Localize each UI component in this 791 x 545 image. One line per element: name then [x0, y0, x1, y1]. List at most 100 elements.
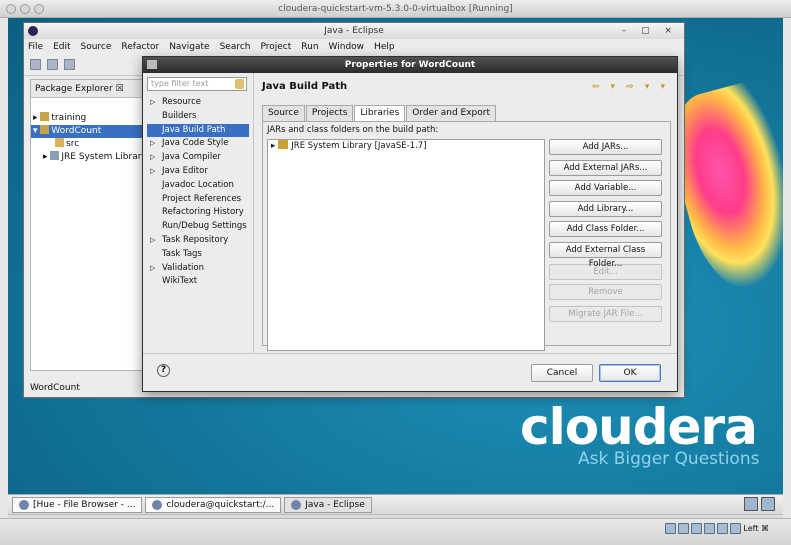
expand-arrow-icon[interactable]: ▷ — [150, 151, 155, 165]
window-controls[interactable]: – ▢ × — [622, 23, 678, 39]
back-forward-arrows[interactable]: ⇦ ▾ ⇨ ▾ ▾ — [592, 73, 669, 101]
menu-source[interactable]: Source — [81, 42, 112, 52]
menu-run[interactable]: Run — [301, 42, 318, 52]
host-window-titlebar: cloudera-quickstart-vm-5.3.0-0-virtualbo… — [0, 0, 791, 18]
host-window-title: cloudera-quickstart-vm-5.3.0-0-virtualbo… — [278, 4, 513, 14]
category-item[interactable]: Java Build Path — [147, 123, 249, 138]
host-status-bar: Left ⌘ — [0, 518, 791, 545]
expand-arrow-icon[interactable]: ▷ — [150, 96, 155, 110]
category-item[interactable]: WikiText — [147, 275, 249, 289]
tab-strip: Source Projects Libraries Order and Expo… — [262, 105, 496, 121]
menu-refactor[interactable]: Refactor — [121, 42, 159, 52]
expand-arrow-icon[interactable]: ▷ — [150, 262, 155, 276]
jar-list[interactable]: ▸ JRE System Library [JavaSE-1.7] — [267, 139, 545, 351]
tree-item-training[interactable]: ▸ training — [31, 112, 149, 125]
jar-list-label: JARs and class folders on the build path… — [267, 125, 439, 135]
menu-edit[interactable]: Edit — [53, 42, 70, 52]
menubar: File Edit Source Refactor Navigate Searc… — [24, 39, 684, 54]
menu-help[interactable]: Help — [374, 42, 395, 52]
cloudera-logo: cloudera — [520, 398, 758, 456]
minimize-window-icon[interactable] — [20, 4, 30, 14]
clear-filter-icon[interactable] — [235, 79, 244, 89]
zoom-window-icon[interactable] — [34, 4, 44, 14]
tree-item-jre-library[interactable]: ▸ JRE System Library — [31, 151, 149, 164]
capture-icon — [730, 522, 742, 534]
migrate-jar-file-button[interactable]: Migrate JAR File... — [549, 306, 662, 322]
menu-search[interactable]: Search — [220, 42, 251, 52]
dialog-footer: ? Cancel OK — [143, 353, 677, 391]
jar-entry-jre[interactable]: ▸ JRE System Library [JavaSE-1.7] — [268, 140, 544, 153]
page-title: Java Build Path — [262, 81, 348, 92]
category-item[interactable]: Refactoring History — [147, 206, 249, 220]
filter-placeholder: type filter text — [151, 79, 209, 88]
menu-navigate[interactable]: Navigate — [169, 42, 209, 52]
add-library-button[interactable]: Add Library... — [549, 200, 662, 217]
print-icon[interactable] — [64, 59, 75, 70]
eclipse-title: Java - Eclipse — [324, 26, 384, 36]
expand-arrow-icon[interactable]: ▷ — [150, 137, 155, 151]
dialog-titlebar: Properties for WordCount — [143, 57, 677, 73]
eclipse-status-text: WordCount — [30, 383, 80, 393]
category-item[interactable]: Run/Debug Settings — [147, 220, 249, 234]
category-item[interactable]: Project References — [147, 193, 249, 207]
category-item[interactable]: ▷ Resource — [147, 96, 249, 110]
help-icon[interactable]: ? — [157, 364, 170, 377]
category-label: Builders — [162, 110, 197, 121]
host-status-icons: Left ⌘ — [665, 522, 769, 534]
tab-source[interactable]: Source — [262, 105, 305, 121]
category-label: Javadoc Location — [162, 179, 234, 190]
library-icon — [278, 140, 289, 149]
category-item[interactable]: Task Tags — [147, 248, 249, 262]
category-item[interactable]: ▷ Task Repository — [147, 234, 249, 248]
expand-arrow-icon[interactable]: ▷ — [150, 165, 155, 179]
host-key-label: Left ⌘ — [743, 523, 769, 533]
package-explorer-tab[interactable]: Package Explorer ☒ — [31, 80, 149, 98]
category-item[interactable]: ▷ Validation — [147, 262, 249, 276]
category-item[interactable]: ▷ Java Code Style — [147, 137, 249, 151]
build-path-page: Java Build Path ⇦ ▾ ⇨ ▾ ▾ Source Project… — [255, 73, 677, 353]
tree-item-wordcount[interactable]: ▾ WordCount — [31, 125, 149, 138]
tree-item-src[interactable]: src — [31, 138, 149, 151]
cloudera-tagline: Ask Bigger Questions — [578, 449, 760, 469]
tab-projects[interactable]: Projects — [305, 105, 354, 121]
category-item[interactable]: Javadoc Location — [147, 179, 249, 193]
remove-button[interactable]: Remove — [549, 284, 662, 300]
category-label: WikiText — [162, 276, 198, 287]
properties-dialog: Properties for WordCount type filter tex… — [142, 56, 678, 392]
tab-order-and-export[interactable]: Order and Export — [406, 105, 496, 121]
tab-libraries[interactable]: Libraries — [354, 105, 406, 121]
optical-drive-icon — [678, 522, 690, 534]
edit-button[interactable]: Edit... — [549, 263, 662, 280]
save-icon[interactable] — [47, 59, 58, 70]
workspace-switcher[interactable] — [744, 497, 775, 511]
taskbar-item-label: [Hue - File Browser - ... — [33, 499, 136, 510]
category-item[interactable]: ▷ Java Editor — [147, 165, 249, 179]
filter-input[interactable]: type filter text — [147, 77, 247, 91]
expand-arrow-icon[interactable]: ▷ — [150, 234, 155, 248]
ok-button[interactable]: OK — [599, 364, 661, 382]
add-jars-button[interactable]: Add JARs... — [549, 139, 662, 155]
new-icon[interactable] — [30, 59, 41, 70]
library-buttons: Add JARs... Add External JARs... Add Varia… — [549, 139, 664, 327]
taskbar-item[interactable]: [Hue - File Browser - ... — [12, 496, 143, 513]
cancel-button[interactable]: Cancel — [531, 364, 593, 382]
workspace-1-icon[interactable] — [744, 497, 758, 511]
menu-project[interactable]: Project — [260, 42, 291, 52]
harddisk-icon — [665, 522, 677, 534]
add-variable-button[interactable]: Add Variable... — [549, 180, 662, 196]
category-item[interactable]: Builders — [147, 110, 249, 124]
add-external-jars-button[interactable]: Add External JARs... — [549, 159, 662, 176]
close-window-icon[interactable] — [6, 4, 16, 14]
workspace-2-icon[interactable] — [761, 497, 775, 511]
taskbar-item[interactable]: cloudera@quickstart:/... — [145, 496, 282, 513]
add-external-class-folder-button[interactable]: Add External Class Folder... — [549, 241, 662, 269]
category-label: Task Repository — [162, 234, 229, 245]
category-label: Project References — [162, 193, 242, 204]
category-item[interactable]: ▷ Java Compiler — [147, 151, 249, 165]
package-folder-icon — [55, 138, 64, 147]
menu-window[interactable]: Window — [329, 42, 365, 52]
guest-taskbar: [Hue - File Browser - ... cloudera@quicks… — [8, 494, 783, 514]
menu-file[interactable]: File — [28, 42, 43, 52]
taskbar-item[interactable]: Java - Eclipse — [284, 496, 372, 513]
add-class-folder-button[interactable]: Add Class Folder... — [549, 221, 662, 237]
